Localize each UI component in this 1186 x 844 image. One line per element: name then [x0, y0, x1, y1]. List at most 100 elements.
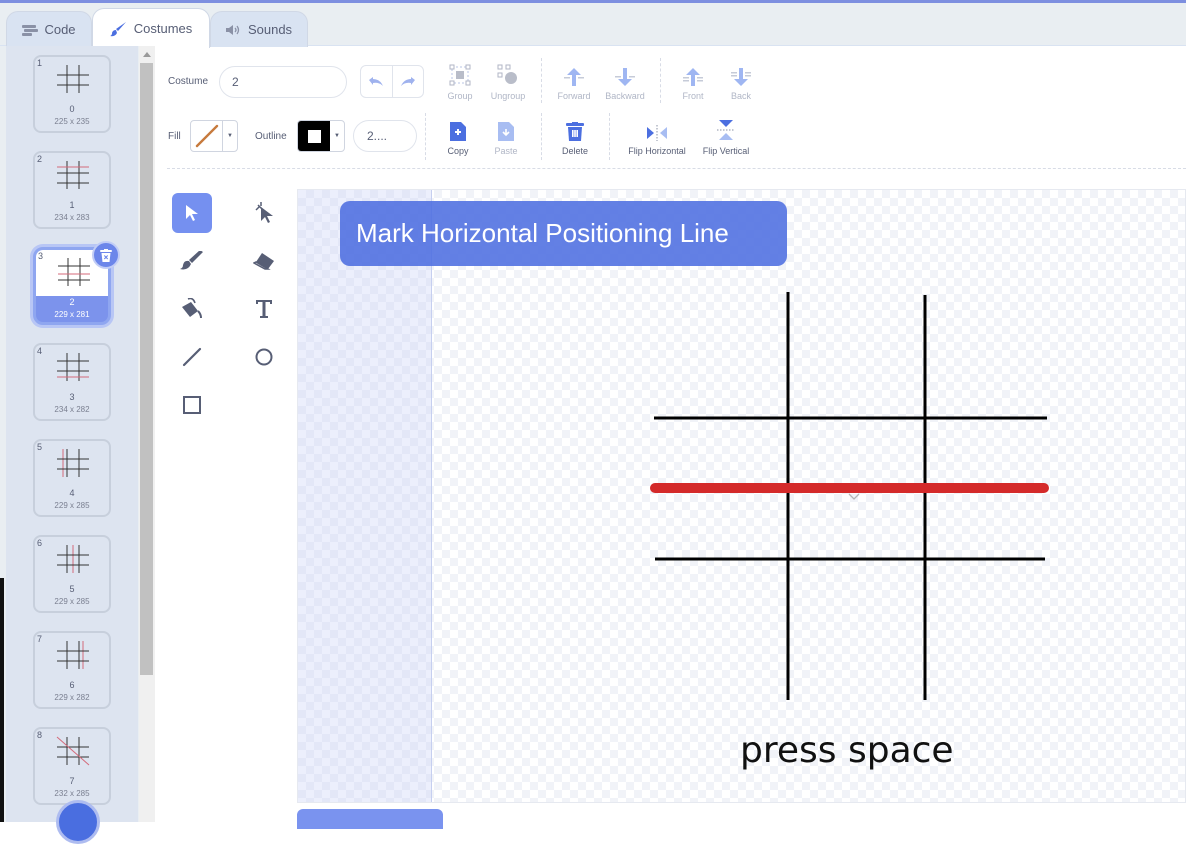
tab-costumes-label: Costumes	[133, 21, 193, 36]
costume-thumbnail	[57, 353, 89, 381]
costume-thumbnail	[57, 641, 89, 669]
costume-name: 1	[69, 200, 75, 210]
costume-name: 2	[69, 297, 75, 307]
paint-canvas[interactable]	[297, 189, 1186, 803]
costume-name: 5	[69, 584, 75, 594]
costume-thumbnail	[58, 258, 90, 286]
undo-redo-group	[360, 65, 424, 98]
costume-thumbnail	[57, 161, 89, 189]
costume-name: 4	[69, 488, 75, 498]
backward-label: Backward	[605, 91, 645, 101]
costume-index: 3	[38, 251, 44, 261]
costume-list-scrollbar[interactable]	[139, 46, 155, 822]
flip-vertical-button[interactable]: Flip Vertical	[696, 119, 756, 156]
outline-swatch-icon	[298, 121, 330, 151]
flip-vertical-icon	[717, 120, 735, 140]
costume-index: 1	[37, 58, 43, 68]
brush-icon	[180, 251, 203, 270]
toolbar-divider	[425, 113, 426, 160]
ungroup-icon	[497, 64, 517, 84]
tool-line[interactable]	[172, 337, 212, 377]
group-icon	[449, 64, 471, 86]
costume-size: 229 x 282	[54, 693, 90, 702]
outline-color-picker[interactable]: ▼	[297, 120, 345, 152]
costume-name-value: 2	[232, 75, 239, 89]
undo-button[interactable]	[361, 66, 393, 97]
speaker-icon	[225, 24, 240, 35]
choose-costume-button[interactable]	[56, 800, 100, 844]
flip-horizontal-button[interactable]: Flip Horizontal	[627, 119, 687, 156]
delete-button[interactable]: Delete	[545, 119, 605, 156]
tool-brush[interactable]	[172, 241, 212, 281]
forward-icon	[564, 68, 584, 86]
costume-item[interactable]: 5 4 229 x 285	[33, 439, 111, 517]
costume-index: 8	[37, 730, 43, 740]
costume-name-input[interactable]: 2	[219, 66, 347, 98]
flip-vertical-label: Flip Vertical	[702, 146, 750, 156]
forward-label: Forward	[557, 91, 591, 101]
tool-select[interactable]	[172, 193, 212, 233]
ungroup-label: Ungroup	[490, 91, 526, 101]
costume-size: 234 x 282	[54, 405, 90, 414]
convert-mode-button[interactable]	[297, 809, 443, 829]
scroll-thumb[interactable]	[140, 63, 153, 675]
chevron-down-icon: ▼	[227, 133, 233, 139]
back-icon	[731, 68, 751, 86]
outline-width-input[interactable]: 2....	[353, 120, 417, 152]
costume-item[interactable]: 1 0 225 x 235	[33, 55, 111, 133]
back-label: Back	[730, 91, 751, 101]
costume-size: 234 x 283	[54, 213, 90, 222]
costume-index: 5	[37, 442, 43, 452]
costume-size: 229 x 285	[54, 501, 90, 510]
costume-item[interactable]: 8 7 232 x 285	[33, 727, 111, 805]
tab-costumes[interactable]: Costumes	[92, 8, 210, 48]
delete-costume-button[interactable]	[92, 241, 120, 269]
costume-item[interactable]: 7 6 229 x 282	[33, 631, 111, 709]
tool-eraser[interactable]	[244, 241, 284, 281]
reshape-icon	[255, 202, 273, 223]
press-space-caption: press space	[740, 730, 954, 771]
fill-label: Fill	[168, 131, 181, 142]
costume-index: 7	[37, 634, 43, 644]
costume-thumbnail	[57, 545, 89, 573]
tool-text[interactable]	[244, 289, 284, 329]
fill-color-picker[interactable]: ▼	[190, 120, 238, 152]
select-arrow-icon	[186, 205, 198, 221]
eraser-icon	[253, 253, 274, 270]
costume-item[interactable]: 2 1 234 x 283	[33, 151, 111, 229]
ungroup-button[interactable]: Ungroup	[478, 64, 538, 101]
paste-label: Paste	[494, 146, 518, 156]
undo-icon	[369, 76, 384, 86]
brush-icon	[109, 21, 126, 36]
costume-item[interactable]: 6 5 229 x 285	[33, 535, 111, 613]
tab-sounds[interactable]: Sounds	[210, 11, 308, 47]
outline-label: Outline	[255, 131, 287, 142]
costume-index: 4	[37, 346, 43, 356]
costume-index: 2	[37, 154, 43, 164]
costume-name: 7	[69, 776, 75, 786]
code-icon	[22, 24, 39, 36]
backward-button[interactable]: Backward	[595, 64, 655, 101]
tab-sounds-label: Sounds	[247, 22, 293, 37]
chevron-down-icon: ▼	[334, 133, 340, 139]
banner-text: Mark Horizontal Positioning Line	[356, 218, 729, 248]
copy-label: Copy	[447, 146, 469, 156]
tool-circle[interactable]	[244, 337, 284, 377]
costume-item[interactable]: 4 3 234 x 282	[33, 343, 111, 421]
paint-bucket-icon	[182, 298, 202, 319]
costume-size: 229 x 285	[54, 597, 90, 606]
costume-index: 6	[37, 538, 43, 548]
paste-button[interactable]: Paste	[476, 119, 536, 156]
trash-icon	[566, 122, 584, 141]
tool-rectangle[interactable]	[172, 385, 212, 425]
redo-icon	[400, 76, 415, 86]
costume-name: 3	[69, 392, 75, 402]
redo-button[interactable]	[393, 66, 424, 97]
costume-size: 225 x 235	[54, 117, 90, 126]
costume-size: 232 x 285	[54, 789, 90, 798]
tool-fill[interactable]	[172, 289, 212, 329]
tool-reshape[interactable]	[244, 193, 284, 233]
back-button[interactable]: Back	[711, 64, 771, 101]
scroll-up-arrow-icon[interactable]	[139, 46, 155, 62]
tab-code[interactable]: Code	[6, 11, 92, 47]
